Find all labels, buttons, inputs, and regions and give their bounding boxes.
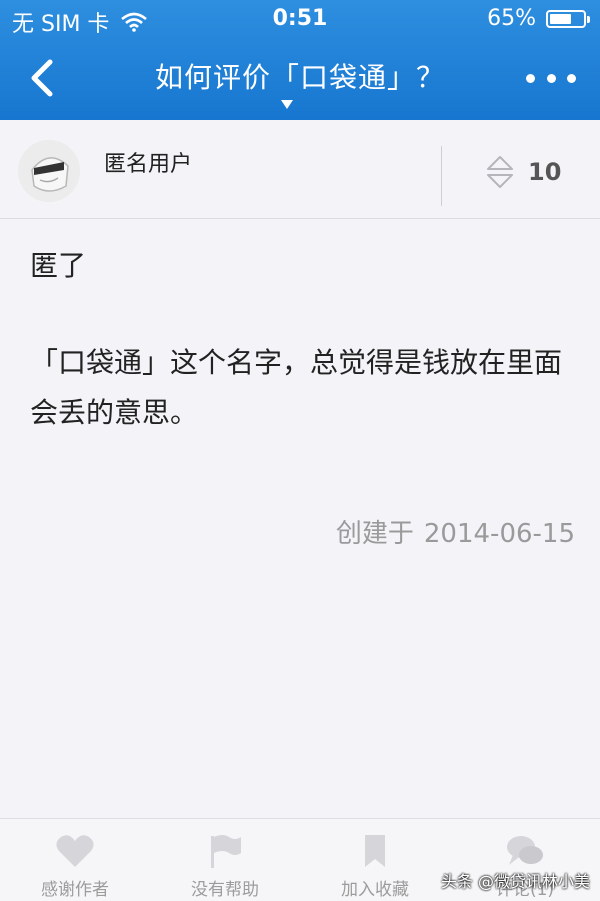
vote-count: 10 xyxy=(528,158,562,186)
battery-icon xyxy=(546,9,590,28)
chevron-left-icon[interactable] xyxy=(20,56,64,100)
more-dot xyxy=(526,73,535,83)
caret-down-icon[interactable] xyxy=(281,100,293,109)
anonymous-avatar-icon[interactable] xyxy=(18,140,80,202)
thank-author-button[interactable]: 感谢作者 xyxy=(0,819,150,901)
divider xyxy=(441,146,442,206)
bookmark-icon xyxy=(365,835,385,867)
comment-icon xyxy=(507,836,543,865)
more-dot xyxy=(546,73,556,83)
tab-label: 没有帮助 xyxy=(191,880,259,900)
nav-bar: 如何评价「口袋通」？ xyxy=(0,38,600,120)
tab-label: 加入收藏 xyxy=(341,880,409,900)
created-timestamp: 创建于 2014-06-15 xyxy=(336,513,575,550)
author-row: 匿名用户 10 xyxy=(0,120,600,219)
more-icon[interactable] xyxy=(526,68,576,88)
not-helpful-button[interactable]: 没有帮助 xyxy=(150,819,300,901)
anonymous-mask-icon xyxy=(18,140,80,202)
flag-icon xyxy=(211,835,241,868)
tab-label: 感谢作者 xyxy=(41,880,109,900)
battery-level xyxy=(550,13,571,24)
watermark: 头条 @微贷讯林小美 xyxy=(440,872,590,891)
battery-percent: 65% xyxy=(487,6,536,31)
status-bar: 无 SIM 卡 0:51 65% xyxy=(0,0,600,38)
author-name[interactable]: 匿名用户 xyxy=(104,146,192,178)
heart-icon xyxy=(56,835,94,867)
add-favorite-button[interactable]: 加入收藏 xyxy=(300,819,450,901)
app-header: 无 SIM 卡 0:51 65% 如何评价「口袋通」？ xyxy=(0,0,600,120)
vote-arrows-icon[interactable] xyxy=(486,154,514,190)
more-dot xyxy=(567,73,576,83)
answer-paragraph: 匿了 xyxy=(30,249,87,282)
answer-paragraph: 「口袋通」这个名字，总觉得是钱放在里面会丢的意思。 xyxy=(30,346,563,429)
status-right: 65% xyxy=(487,6,590,31)
created-label: 创建于 xyxy=(335,519,414,549)
page-title[interactable]: 如何评价「口袋通」？ xyxy=(110,56,490,96)
created-date: 2014-06-15 xyxy=(423,519,575,549)
